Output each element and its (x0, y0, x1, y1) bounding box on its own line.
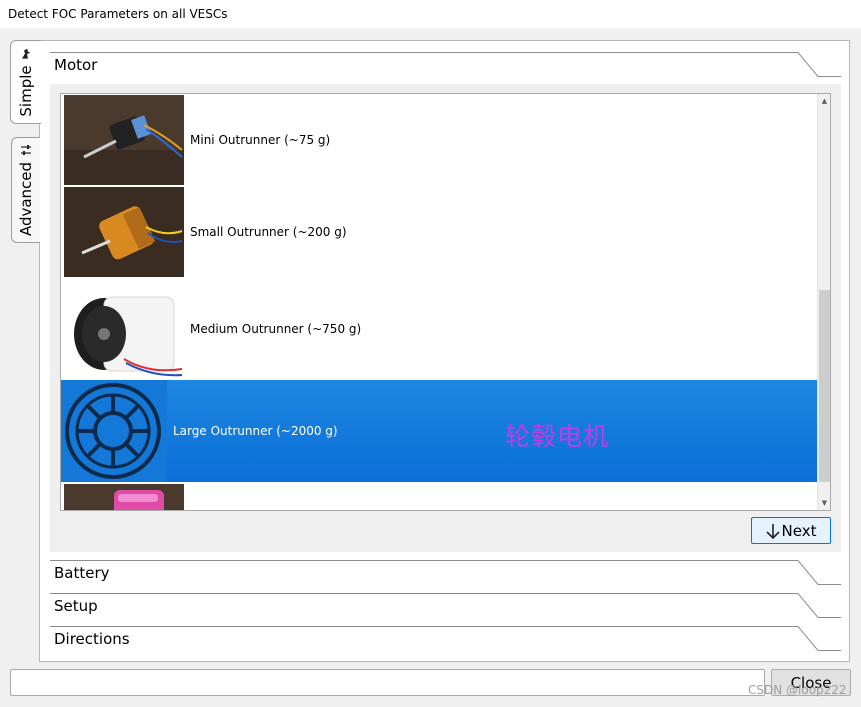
scroll-down-arrow-icon[interactable]: ▼ (818, 496, 831, 510)
section-battery-header[interactable]: Battery (50, 560, 841, 590)
section-motor-header[interactable]: Motor (50, 52, 841, 82)
person-icon (22, 48, 30, 59)
section-header-frame (50, 560, 841, 585)
scrollbar-thumb[interactable] (819, 290, 830, 482)
motor-list[interactable]: Mini Outrunner (~75 g) Small Outrunner (… (60, 93, 831, 511)
motor-item-mini[interactable]: Mini Outrunner (~75 g) (64, 95, 817, 185)
section-header-frame (50, 52, 841, 77)
scroll-up-arrow-icon[interactable]: ▲ (818, 94, 831, 108)
tab-simple-label: Simple (17, 65, 35, 117)
section-directions-header[interactable]: Directions (50, 626, 841, 656)
motor-item-partial[interactable] (64, 484, 817, 510)
motor-thumbnail-medium (64, 279, 184, 379)
motor-thumbnail-mini (64, 95, 184, 185)
tab-advanced-label: Advanced (17, 161, 35, 237)
motor-item-label: Large Outrunner (~2000 g) (173, 424, 338, 438)
motor-item-small[interactable]: Small Outrunner (~200 g) (64, 187, 817, 277)
tab-simple[interactable]: Simple (10, 40, 41, 124)
status-field[interactable] (10, 669, 765, 696)
section-directions-label: Directions (54, 630, 130, 648)
motor-item-medium[interactable]: Medium Outrunner (~750 g) (64, 279, 817, 379)
next-button-label: Next (781, 521, 817, 540)
motor-item-label: Mini Outrunner (~75 g) (190, 133, 331, 147)
motor-thumbnail-large (61, 380, 167, 482)
watermark: CSDN @loop222 (748, 683, 847, 697)
title-bar: Detect FOC Parameters on all VESCs (0, 0, 861, 28)
section-motor-label: Motor (54, 56, 98, 74)
section-header-frame (50, 626, 841, 651)
arrow-down-icon (765, 523, 780, 539)
motor-list-scrollbar[interactable]: ▲ ▼ (817, 94, 830, 510)
next-button[interactable]: Next (751, 517, 831, 544)
hub-motor-annotation: 轮毂电机 (505, 422, 610, 451)
section-battery-label: Battery (54, 564, 110, 582)
window-title: Detect FOC Parameters on all VESCs (8, 7, 228, 21)
section-setup-label: Setup (54, 597, 98, 615)
sliders-icon (21, 144, 31, 155)
motor-item-large[interactable]: Large Outrunner (~2000 g) (61, 380, 817, 482)
tab-advanced[interactable]: Advanced (11, 137, 40, 243)
motor-thumbnail-small (64, 187, 184, 277)
section-header-frame (50, 593, 841, 618)
motor-item-label: Medium Outrunner (~750 g) (190, 322, 362, 336)
motor-item-label: Small Outrunner (~200 g) (190, 225, 347, 239)
motor-thumbnail-partial (64, 484, 184, 510)
section-setup-header[interactable]: Setup (50, 593, 841, 623)
